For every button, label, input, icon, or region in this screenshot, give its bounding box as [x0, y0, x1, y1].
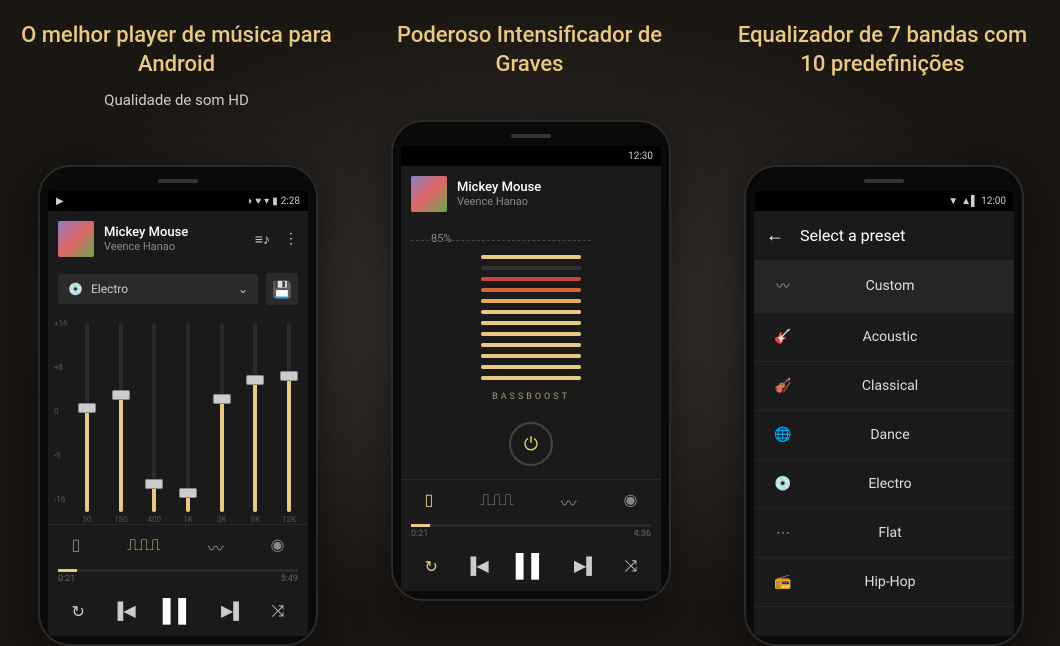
- preset-header: ← Select a preset: [754, 211, 1014, 260]
- track-artist: Veence Hanao: [457, 195, 651, 208]
- preset-label: Electro: [786, 476, 994, 492]
- preset-label: Dance: [786, 427, 994, 443]
- bass-boost-area: 85% BASSBOOST ⏻: [401, 222, 661, 479]
- preset-label: Hip-Hop: [786, 574, 994, 590]
- tab-circle[interactable]: ◉: [624, 490, 638, 514]
- preset-item-hip-hop[interactable]: 📻Hip-Hop: [754, 558, 1014, 607]
- preset-label: Acoustic: [786, 329, 994, 345]
- power-button[interactable]: ⏻: [509, 422, 553, 466]
- tab-equalizer[interactable]: ⎍⎍⎍: [480, 490, 514, 514]
- preset-item-acoustic[interactable]: 🎸Acoustic: [754, 313, 1014, 362]
- phone-frame: 12:30 Mickey Mouse Veence Hanao 85% BASS…: [391, 120, 671, 601]
- preset-list: 〰Custom🎸Acoustic🎻Classical🌐Dance💿Electro…: [754, 260, 1014, 636]
- pause-button[interactable]: ▌▌: [516, 553, 547, 579]
- pane1-title: O melhor player de música para Android: [0, 22, 353, 79]
- save-button[interactable]: 💾: [266, 273, 298, 305]
- status-bar: ▶ ◑♥▾▮ 2:28: [48, 191, 308, 211]
- tab-wave[interactable]: 〰: [208, 535, 224, 559]
- now-playing-bar[interactable]: Mickey Mouse Veence Hanao ≡♪ ⋮: [48, 211, 308, 267]
- track-artist: Veence Hanao: [104, 240, 245, 253]
- pause-button[interactable]: ▌▌: [163, 598, 194, 624]
- disc-icon: 💿: [68, 282, 83, 296]
- album-art: [58, 221, 94, 257]
- pane2-title: Poderoso Intensificador de Graves: [353, 22, 706, 79]
- playback-controls: ↻ ▐◀ ▌▌ ▶▌ ⤨: [401, 541, 661, 591]
- track-title: Mickey Mouse: [457, 180, 651, 195]
- preset-item-dance[interactable]: 🌐Dance: [754, 411, 1014, 460]
- back-button[interactable]: ←: [766, 225, 784, 246]
- status-bar: 12:30: [401, 146, 661, 166]
- tab-speaker[interactable]: ▯: [71, 535, 80, 559]
- tab-speaker[interactable]: ▯: [424, 490, 433, 514]
- track-title: Mickey Mouse: [104, 225, 245, 240]
- save-icon: 💾: [272, 280, 292, 299]
- tab-bar: ▯ ⎍⎍⎍ 〰 ◉: [48, 524, 308, 569]
- pane1-subtitle: Qualidade de som HD: [104, 91, 249, 109]
- preset-item-electro[interactable]: 💿Electro: [754, 460, 1014, 509]
- bass-label: BASSBOOST: [492, 392, 570, 402]
- album-art: [411, 176, 447, 212]
- now-playing-bar[interactable]: Mickey Mouse Veence Hanao: [401, 166, 661, 222]
- next-button[interactable]: ▶▌: [221, 601, 245, 621]
- eq-slider-50[interactable]: 50: [72, 317, 102, 524]
- bass-meter[interactable]: [481, 255, 581, 380]
- bass-percent: 85%: [431, 232, 451, 245]
- prev-button[interactable]: ▐◀: [465, 556, 489, 576]
- more-icon[interactable]: ⋮: [284, 231, 298, 247]
- preset-item-classical[interactable]: 🎻Classical: [754, 362, 1014, 411]
- preset-dropdown[interactable]: 💿 Electro ⌄: [58, 274, 258, 304]
- preset-label: Flat: [786, 525, 994, 541]
- shuffle-button[interactable]: ⤨: [272, 601, 285, 621]
- prev-button[interactable]: ▐◀: [112, 601, 136, 621]
- playlist-icon[interactable]: ≡♪: [255, 231, 270, 248]
- progress-bar[interactable]: [58, 569, 298, 572]
- preset-label: Classical: [786, 378, 994, 394]
- repeat-button[interactable]: ↻: [425, 557, 438, 576]
- shuffle-button[interactable]: ⤨: [625, 556, 638, 576]
- tab-bar: ▯ ⎍⎍⎍ 〰 ◉: [401, 479, 661, 524]
- preset-item-flat[interactable]: ⋯Flat: [754, 509, 1014, 558]
- eq-slider-150[interactable]: 150: [106, 317, 136, 524]
- preset-label: Custom: [786, 278, 994, 294]
- playback-controls: ↻ ▐◀ ▌▌ ▶▌ ⤨: [48, 586, 308, 636]
- eq-slider-400[interactable]: 400: [139, 317, 169, 524]
- eq-slider-12K[interactable]: 12K: [274, 317, 304, 524]
- preset-header-title: Select a preset: [800, 226, 905, 245]
- status-bar: ▼▲▌ 12:00: [754, 191, 1014, 211]
- tab-wave[interactable]: 〰: [561, 490, 577, 514]
- pane3-title: Equalizador de 7 bandas com 10 predefini…: [706, 22, 1059, 79]
- phone-frame: ▼▲▌ 12:00 ← Select a preset 〰Custom🎸Acou…: [744, 165, 1024, 646]
- tab-equalizer[interactable]: ⎍⎍⎍: [127, 535, 161, 559]
- repeat-button[interactable]: ↻: [72, 602, 85, 621]
- phone-frame: ▶ ◑♥▾▮ 2:28 Mickey Mouse Veence Hanao ≡♪…: [38, 165, 318, 646]
- chevron-down-icon: ⌄: [238, 282, 248, 296]
- equalizer: +16+80-8-16 501504001K3K6K12K: [48, 311, 308, 524]
- eq-slider-3K[interactable]: 3K: [207, 317, 237, 524]
- next-button[interactable]: ▶▌: [574, 556, 598, 576]
- preset-item-custom[interactable]: 〰Custom: [754, 260, 1014, 313]
- progress-bar[interactable]: [411, 524, 651, 527]
- eq-slider-6K[interactable]: 6K: [241, 317, 271, 524]
- eq-slider-1K[interactable]: 1K: [173, 317, 203, 524]
- tab-circle[interactable]: ◉: [271, 535, 285, 559]
